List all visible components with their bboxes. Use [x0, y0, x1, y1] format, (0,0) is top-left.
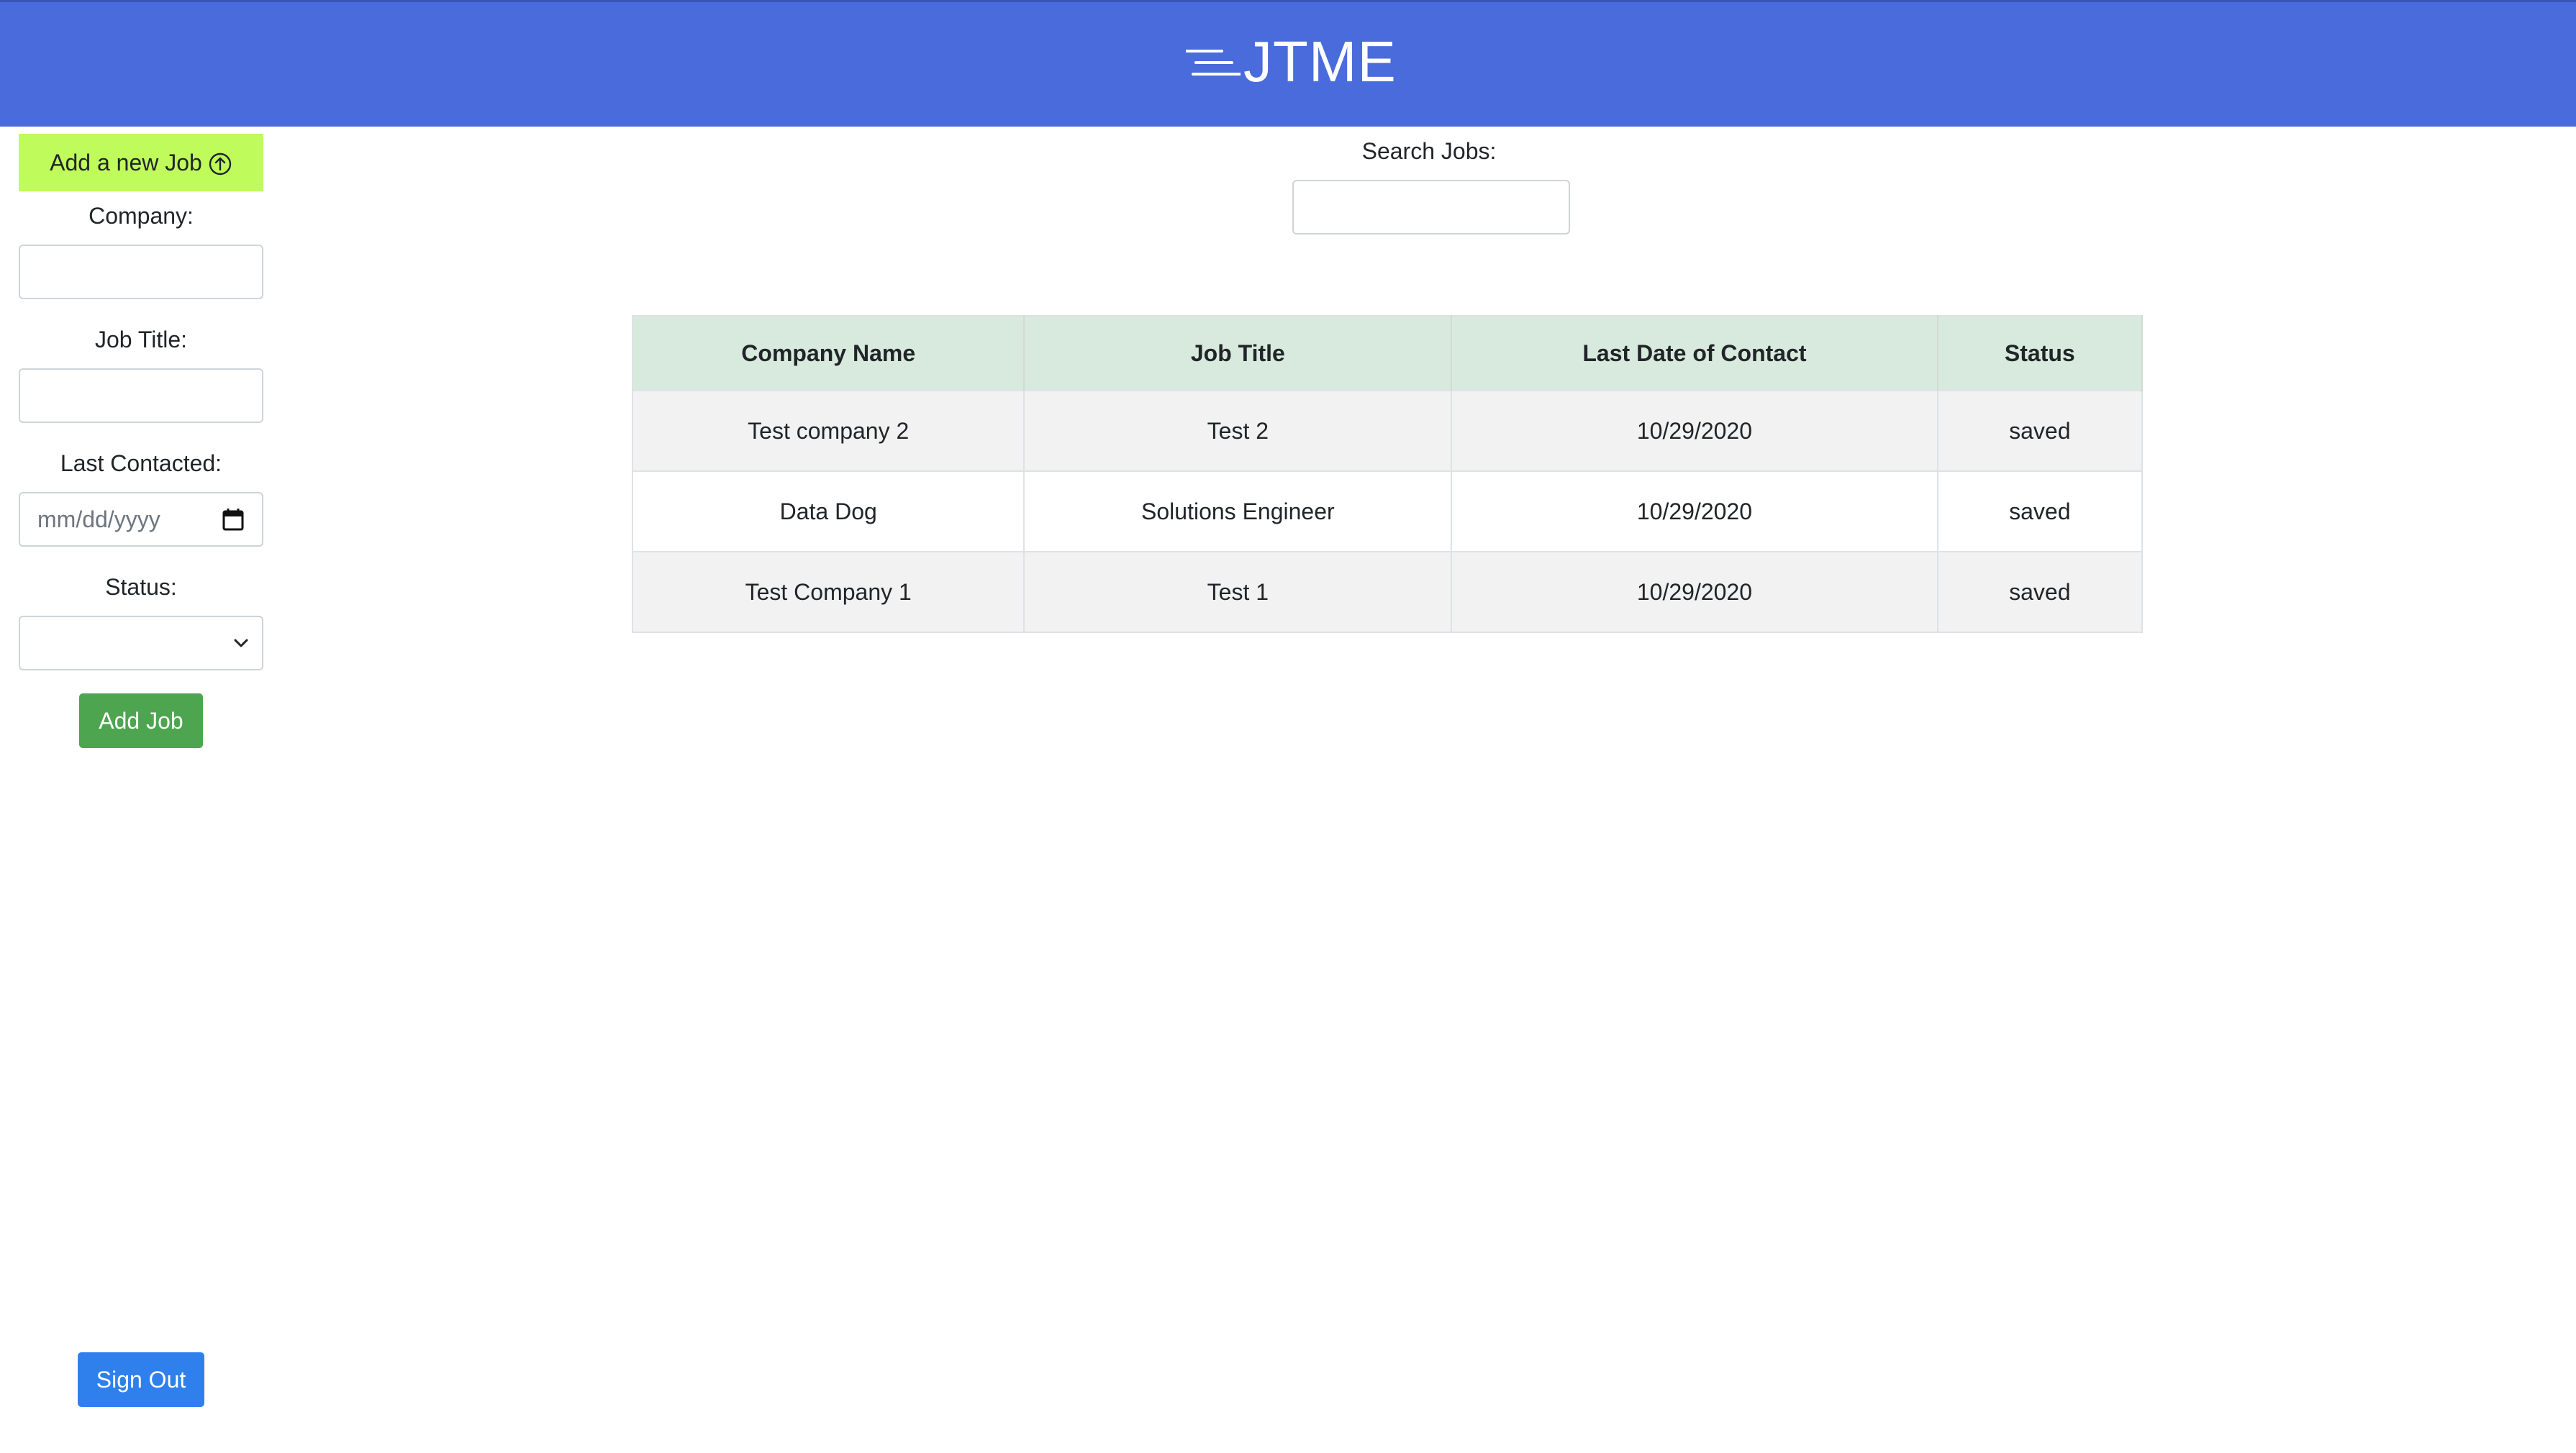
page: JTME Add a new Job Company: Job Title: L… — [0, 0, 2576, 1453]
cell-status: saved — [1937, 390, 2144, 471]
add-new-job-label: Add a new Job — [50, 149, 202, 176]
column-header-company-name[interactable]: Company Name — [632, 316, 1025, 391]
job-title-input[interactable] — [19, 368, 263, 423]
calendar-icon[interactable] — [222, 507, 245, 532]
table-header-row: Company Name Job Title Last Date of Cont… — [632, 316, 2144, 391]
add-new-job-toggle[interactable]: Add a new Job — [19, 134, 263, 191]
column-header-job-title[interactable]: Job Title — [1024, 316, 1453, 391]
lines-icon — [1186, 50, 1241, 76]
arrow-up-circle-icon — [209, 152, 232, 176]
cell-job-title: Solutions Engineer — [1024, 470, 1453, 552]
jobs-table: Company Name Job Title Last Date of Cont… — [632, 315, 2144, 633]
cell-company-name: Test company 2 — [632, 390, 1025, 471]
sign-out-button[interactable]: Sign Out — [78, 1352, 204, 1407]
cell-last-contact-date: 10/29/2020 — [1451, 390, 1938, 471]
table-row[interactable]: Data Dog Solutions Engineer 10/29/2020 s… — [632, 470, 2144, 552]
cell-status: saved — [1937, 470, 2144, 552]
brand[interactable]: JTME — [1186, 29, 1397, 94]
app-header: JTME — [0, 0, 2576, 127]
cell-company-name: Test Company 1 — [632, 551, 1025, 632]
column-header-last-date-of-contact[interactable]: Last Date of Contact — [1451, 316, 1938, 391]
cell-status: saved — [1937, 551, 2144, 632]
cell-job-title: Test 1 — [1024, 551, 1453, 632]
table-row[interactable]: Test company 2 Test 2 10/29/2020 saved — [632, 390, 2144, 471]
add-job-button[interactable]: Add Job — [79, 693, 203, 748]
brand-title: JTME — [1243, 29, 1397, 94]
add-job-sidebar: Add a new Job Company: Job Title: Last C… — [0, 127, 282, 1453]
company-label: Company: — [89, 203, 194, 229]
cell-company-name: Data Dog — [632, 470, 1025, 552]
date-placeholder: mm/dd/yyyy — [37, 506, 160, 532]
status-label: Status: — [105, 574, 177, 600]
cell-last-contact-date: 10/29/2020 — [1451, 551, 1938, 632]
cell-job-title: Test 2 — [1024, 390, 1453, 471]
last-contacted-label: Last Contacted: — [60, 450, 222, 476]
search-jobs-input[interactable] — [1292, 180, 1570, 234]
chevron-down-icon — [234, 639, 248, 647]
table-row[interactable]: Test Company 1 Test 1 10/29/2020 saved — [632, 551, 2144, 632]
job-title-label: Job Title: — [94, 327, 188, 352]
status-select[interactable] — [19, 616, 263, 670]
last-contacted-date-input[interactable]: mm/dd/yyyy — [19, 492, 263, 547]
search-label: Search Jobs: — [1361, 138, 1497, 164]
company-input[interactable] — [19, 245, 263, 299]
cell-last-contact-date: 10/29/2020 — [1451, 470, 1938, 552]
column-header-status[interactable]: Status — [1937, 316, 2144, 391]
